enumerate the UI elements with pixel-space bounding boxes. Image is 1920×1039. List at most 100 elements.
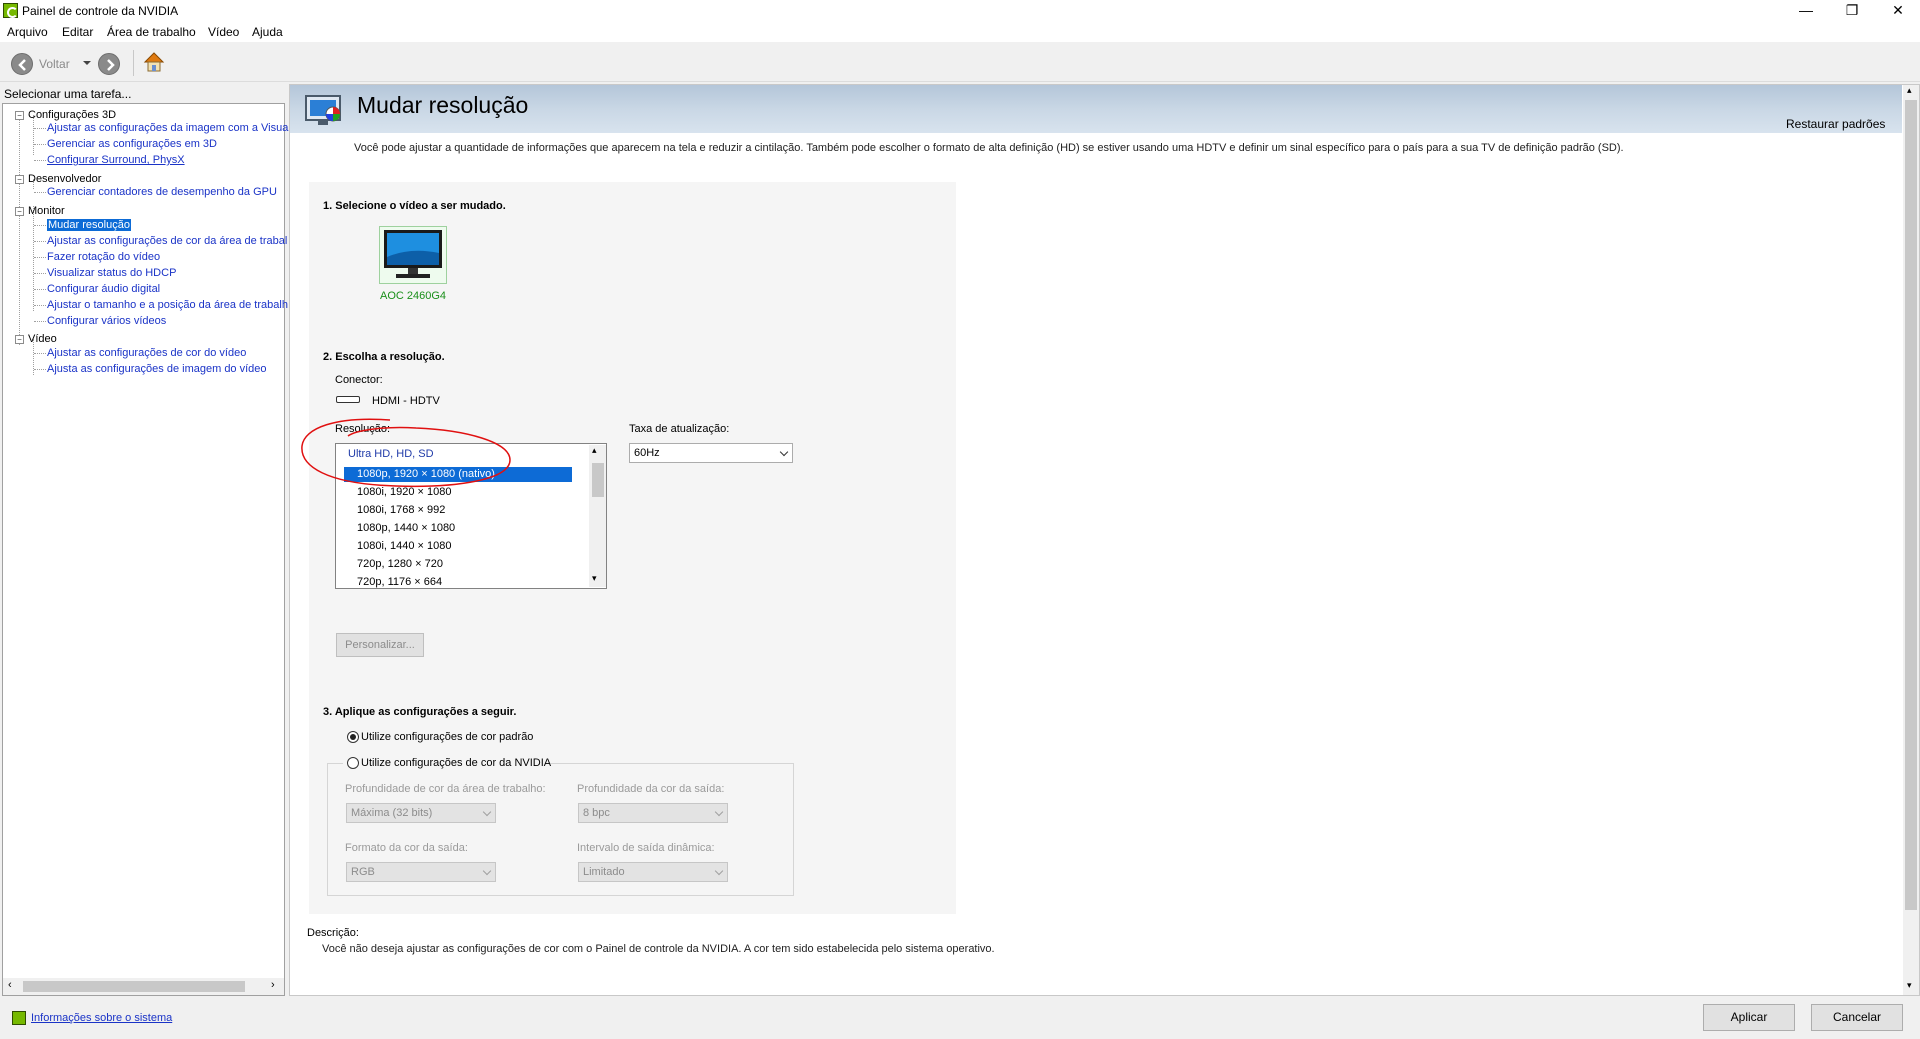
tree-item-gpu-performance-counters[interactable]: Gerenciar contadores de desempenho da GP…: [47, 186, 277, 198]
tree-item-desktop-color-settings[interactable]: Ajustar as configurações de cor da área …: [47, 235, 287, 247]
desktop-color-depth-value: Máxima (32 bits): [351, 807, 433, 819]
tree-item-change-resolution[interactable]: Mudar resolução: [47, 219, 131, 231]
chevron-down-icon: [482, 866, 492, 876]
nvidia-color-label[interactable]: Utilize configurações de cor da NVIDIA: [361, 757, 551, 769]
tree-category-developer[interactable]: Desenvolvedor: [28, 173, 101, 185]
tree-item-video-image-settings[interactable]: Ajusta as configurações de imagem do víd…: [47, 363, 267, 375]
forward-arrow-icon: [107, 59, 115, 71]
default-color-radio[interactable]: [347, 731, 359, 743]
scroll-left-icon[interactable]: ‹: [8, 979, 12, 991]
home-button[interactable]: [142, 50, 166, 74]
restore-defaults-link[interactable]: Restaurar padrões: [1786, 117, 1885, 131]
cancel-button[interactable]: Cancelar: [1811, 1004, 1903, 1031]
tree-category-3d[interactable]: Configurações 3D: [28, 109, 116, 121]
system-info-link[interactable]: Informações sobre o sistema: [31, 1012, 172, 1024]
dynamic-range-dropdown[interactable]: Limitado: [578, 862, 728, 882]
content-vertical-scrollbar[interactable]: ▴ ▾: [1903, 85, 1919, 995]
nvidia-app-icon: [3, 3, 18, 18]
apply-button[interactable]: Aplicar: [1703, 1004, 1795, 1031]
resolution-list-scrollbar[interactable]: ▴ ▾: [589, 445, 606, 587]
tree-item-video-color-settings[interactable]: Ajustar as configurações de cor do vídeo: [47, 347, 246, 359]
tree-connector: [34, 273, 46, 274]
chevron-down-icon: [779, 447, 789, 457]
resolution-option[interactable]: 1080i, 1440 × 1080: [357, 540, 452, 552]
resolution-option[interactable]: 1080i, 1768 × 992: [357, 504, 445, 516]
back-arrow-icon: [18, 59, 26, 71]
output-color-depth-dropdown[interactable]: 8 bpc: [578, 803, 728, 823]
refresh-rate-label: Taxa de atualização:: [629, 423, 730, 435]
back-label[interactable]: Voltar: [39, 57, 70, 71]
tree-category-video[interactable]: Vídeo: [28, 333, 57, 345]
display-settings-icon: [304, 92, 346, 130]
annotation-circle: [301, 418, 511, 488]
collapse-toggle-icon[interactable]: −: [15, 207, 24, 216]
scroll-up-icon[interactable]: ▴: [1907, 85, 1912, 96]
menu-area-de-trabalho[interactable]: Área de trabalho: [107, 25, 196, 39]
scroll-right-icon[interactable]: ›: [271, 979, 275, 991]
display-selector[interactable]: [379, 226, 447, 284]
tree-connector: [34, 353, 46, 354]
refresh-rate-value: 60Hz: [634, 447, 660, 459]
step3-heading: 3. Aplique as configurações a seguir.: [323, 706, 517, 718]
tree-connector: [34, 369, 46, 370]
monitor-icon: [384, 230, 442, 278]
tree-item-hdcp-status[interactable]: Visualizar status do HDCP: [47, 267, 176, 279]
tree-item-digital-audio[interactable]: Configurar áudio digital: [47, 283, 160, 295]
resolution-option[interactable]: 720p, 1280 × 720: [357, 558, 443, 570]
collapse-toggle-icon[interactable]: −: [15, 175, 24, 184]
customize-button[interactable]: Personalizar...: [336, 633, 424, 657]
back-history-dropdown-icon[interactable]: [83, 61, 91, 65]
tree-connector: [34, 305, 46, 306]
tree-item-multiple-displays[interactable]: Configurar vários vídeos: [47, 315, 166, 327]
menu-ajuda[interactable]: Ajuda: [252, 25, 283, 39]
tree-item-surround-physx[interactable]: Configurar Surround, PhysX: [47, 154, 185, 166]
nvidia-color-radio[interactable]: [347, 757, 359, 769]
tree-item-rotate-display[interactable]: Fazer rotação do vídeo: [47, 251, 160, 263]
back-button[interactable]: [11, 53, 33, 75]
tree-connector: [33, 115, 34, 155]
description-label: Descrição:: [307, 927, 359, 939]
minimize-button[interactable]: —: [1783, 0, 1829, 22]
scroll-down-icon[interactable]: ▾: [1907, 980, 1912, 991]
hdmi-icon: [336, 396, 360, 403]
display-name: AOC 2460G4: [380, 290, 447, 302]
tree-connector: [34, 192, 46, 193]
refresh-rate-dropdown[interactable]: 60Hz: [629, 443, 793, 463]
toolbar-separator: [133, 50, 134, 76]
desktop-color-depth-dropdown[interactable]: Máxima (32 bits): [346, 803, 496, 823]
scrollbar-thumb[interactable]: [1905, 100, 1917, 910]
task-tree: − Configurações 3D Ajustar as configuraç…: [2, 103, 293, 996]
forward-button[interactable]: [98, 53, 120, 75]
resolution-option[interactable]: 720p, 1176 × 664: [357, 576, 442, 588]
tree-item-image-settings-preview[interactable]: Ajustar as configurações da imagem com a…: [47, 122, 293, 134]
menu-editar[interactable]: Editar: [62, 25, 93, 39]
tree-horizontal-scrollbar[interactable]: ‹ ›: [3, 978, 284, 995]
tree-connector: [34, 225, 46, 226]
menu-bar: Arquivo Editar Área de trabalho Vídeo Aj…: [0, 22, 1920, 42]
step1-heading: 1. Selecione o vídeo a ser mudado.: [323, 200, 506, 212]
dynamic-range-label: Intervalo de saída dinâmica:: [577, 842, 715, 854]
task-header: Selecionar uma tarefa...: [4, 87, 132, 101]
collapse-toggle-icon[interactable]: −: [15, 335, 24, 344]
intro-description: Você pode ajustar a quantidade de inform…: [354, 142, 1624, 154]
output-color-format-dropdown[interactable]: RGB: [346, 862, 496, 882]
restore-button[interactable]: ❐: [1829, 0, 1875, 22]
connector-value: HDMI - HDTV: [372, 395, 440, 407]
menu-video[interactable]: Vídeo: [208, 25, 239, 39]
page-title: Mudar resolução: [357, 92, 529, 118]
scroll-down-icon[interactable]: ▾: [592, 573, 597, 584]
resolution-option[interactable]: 1080p, 1440 × 1080: [357, 522, 455, 534]
scrollbar-thumb[interactable]: [592, 463, 604, 497]
scroll-up-icon[interactable]: ▴: [592, 445, 597, 456]
window-title: Painel de controle da NVIDIA: [22, 4, 179, 18]
default-color-label[interactable]: Utilize configurações de cor padrão: [361, 731, 533, 743]
tree-category-monitor[interactable]: Monitor: [28, 205, 65, 217]
tree-item-manage-3d-settings[interactable]: Gerenciar as configurações em 3D: [47, 138, 217, 150]
menu-arquivo[interactable]: Arquivo: [7, 25, 48, 39]
connector-label: Conector:: [335, 374, 383, 386]
close-button[interactable]: ✕: [1875, 0, 1920, 22]
scrollbar-thumb[interactable]: [23, 981, 245, 992]
collapse-toggle-icon[interactable]: −: [15, 111, 24, 120]
tree-item-desktop-size-position[interactable]: Ajustar o tamanho e a posição da área de…: [47, 299, 288, 311]
chevron-down-icon: [714, 866, 724, 876]
